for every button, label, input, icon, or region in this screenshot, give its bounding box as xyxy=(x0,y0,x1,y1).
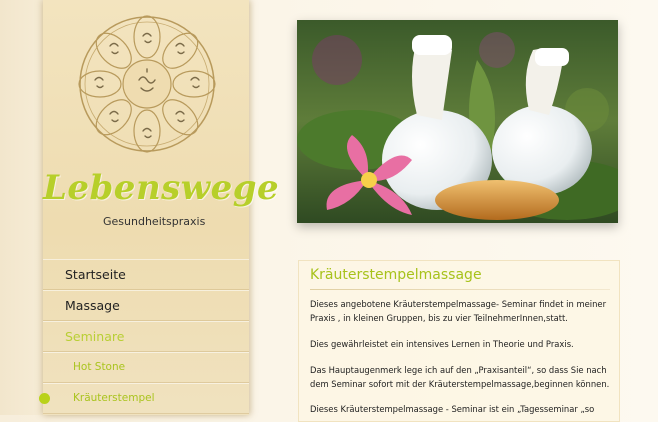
sidebar: Lebenswege Gesundheitspraxis Startseite … xyxy=(39,0,280,415)
nav-item-massage[interactable]: Massage xyxy=(43,290,249,321)
mandala-logo-icon xyxy=(78,15,216,153)
herbal-stamp-photo xyxy=(297,20,618,223)
paragraph: Das Hauptaugenmerk lege ich auf den „Pra… xyxy=(310,365,610,389)
active-bullet-icon xyxy=(39,393,50,404)
nav-item-seminare[interactable]: Seminare xyxy=(43,321,249,352)
paragraph: Dieses angebotene Kräuterstempelmassage-… xyxy=(310,299,607,323)
header-photo xyxy=(297,20,618,223)
main-navigation: Startseite Massage Seminare Hot Stone Kr… xyxy=(39,259,249,414)
page-background-left xyxy=(0,0,43,415)
brand-title: Lebenswege xyxy=(43,168,280,208)
paragraph: Dieses Kräuterstempelmassage - Seminar i… xyxy=(310,404,595,414)
title-divider xyxy=(310,289,610,290)
content-title: Kräuterstempelmassage xyxy=(310,267,482,283)
nav-subitem-hot-stone[interactable]: Hot Stone xyxy=(43,352,249,383)
content-panel: Kräuterstempelmassage Dieses angebotene … xyxy=(298,260,620,422)
nav-item-startseite[interactable]: Startseite xyxy=(43,259,249,290)
paragraph: Dies gewährleistet ein intensives Lernen… xyxy=(310,339,574,349)
nav-subitem-label: Kräuterstempel xyxy=(73,392,155,404)
nav-subitem-kraeuterstempel[interactable]: Kräuterstempel xyxy=(39,383,249,414)
brand-subtitle: Gesundheitspraxis xyxy=(103,215,206,228)
